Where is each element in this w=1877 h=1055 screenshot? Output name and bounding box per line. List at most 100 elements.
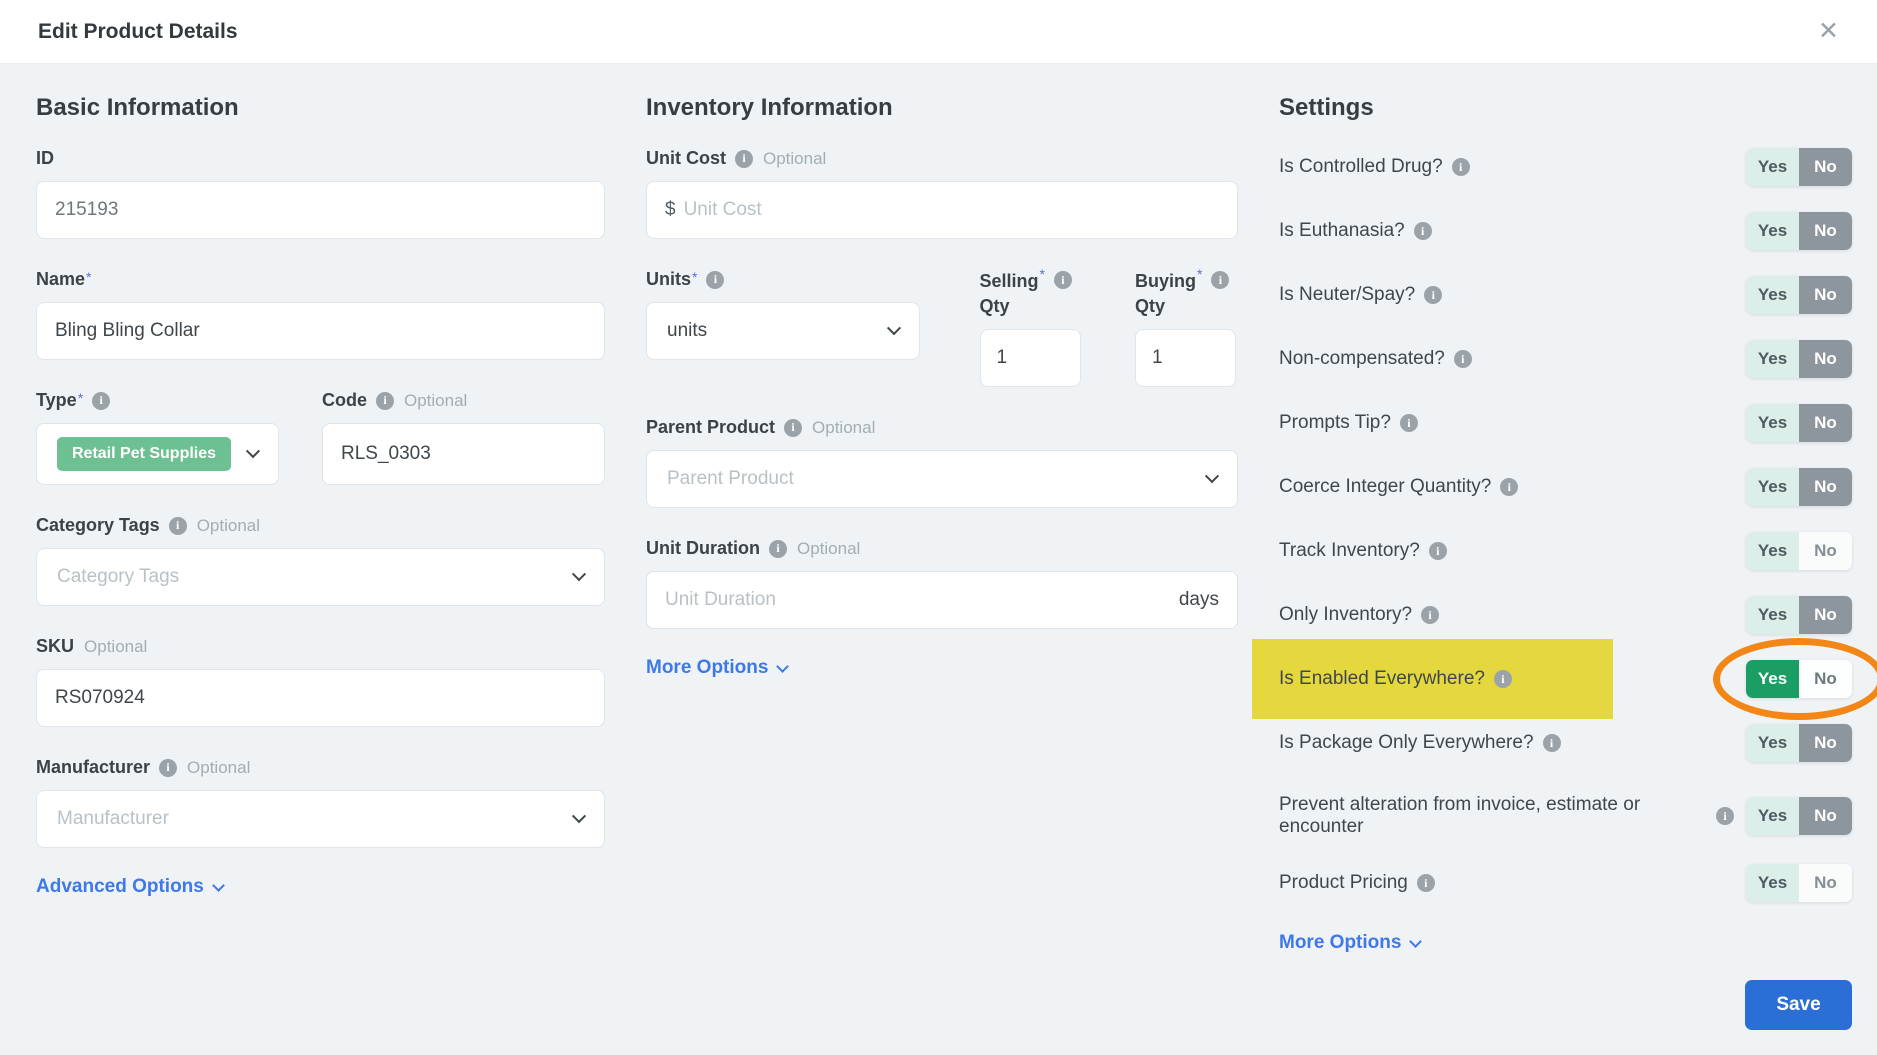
info-icon[interactable]: i [376,392,394,410]
info-icon[interactable]: i [1543,734,1561,752]
toggle-no-option[interactable]: No [1799,532,1852,570]
info-icon[interactable]: i [784,419,802,437]
info-icon[interactable]: i [1417,874,1435,892]
toggle-no-option[interactable]: No [1799,468,1852,506]
unit-duration-field-group: Unit Duration i Optional days [646,538,1238,629]
toggle-yes-option[interactable]: Yes [1746,340,1799,378]
type-field-group: Type* i Retail Pet Supplies [36,390,279,485]
inventory-information-section: Inventory Information Unit Cost i Option… [646,94,1238,1030]
selling-qty-label: Selling [980,269,1039,294]
toggle-yes-option[interactable]: Yes [1746,724,1799,762]
info-icon[interactable]: i [1454,350,1472,368]
inventory-more-options-link[interactable]: More Options [646,657,787,679]
settings-row-is-enabled-everywhere: Is Enabled Everywhere? i i Yes No [1279,660,1852,698]
setting-label: Prevent alteration from invoice, estimat… [1279,794,1687,838]
toggle-no-option[interactable]: No [1799,212,1852,250]
yes-no-toggle[interactable]: Yes No [1746,532,1852,570]
yes-no-toggle[interactable]: Yes No [1746,212,1852,250]
toggle-yes-option[interactable]: Yes [1746,276,1799,314]
info-icon[interactable]: i [159,759,177,777]
settings-row-track-inventory: Track Inventory? i i Yes No [1279,532,1852,570]
yes-no-toggle[interactable]: Yes No [1746,724,1852,762]
toggle-no-option[interactable]: No [1799,596,1852,634]
info-icon[interactable]: i [1452,158,1470,176]
info-icon[interactable]: i [1421,606,1439,624]
required-asterisk: * [78,390,83,406]
yes-no-toggle[interactable]: Yes No [1746,660,1852,698]
unit-duration-input[interactable] [665,589,1179,611]
toggle-yes-option[interactable]: Yes [1746,864,1799,902]
toggle-yes-option[interactable]: Yes [1746,212,1799,250]
manufacturer-select[interactable]: Manufacturer [36,790,605,848]
toggle-no-option[interactable]: No [1799,864,1852,902]
name-label: Name [36,269,85,290]
info-icon[interactable]: i [1716,807,1734,825]
info-icon[interactable]: i [1054,271,1072,289]
info-icon[interactable]: i [1494,670,1512,688]
yes-no-toggle[interactable]: Yes No [1746,404,1852,442]
code-input[interactable] [341,443,586,465]
id-label: ID [36,148,54,169]
category-tags-field-group: Category Tags i Optional Category Tags [36,515,605,606]
toggle-no-option[interactable]: No [1799,276,1852,314]
yes-no-toggle[interactable]: Yes No [1746,148,1852,186]
toggle-yes-option[interactable]: Yes [1746,532,1799,570]
settings-row-non-compensated: Non-compensated? i i Yes No [1279,340,1852,378]
category-tags-label: Category Tags [36,515,160,536]
buying-qty-input[interactable] [1152,347,1219,369]
setting-label: Non-compensated? [1279,348,1445,370]
unit-duration-label: Unit Duration [646,538,760,559]
yes-no-toggle[interactable]: Yes No [1746,340,1852,378]
basic-information-heading: Basic Information [36,94,605,122]
toggle-no-option[interactable]: No [1799,148,1852,186]
currency-prefix: $ [665,199,676,221]
yes-no-toggle[interactable]: Yes No [1746,797,1852,835]
chevron-down-icon [572,567,586,581]
toggle-no-option[interactable]: No [1799,660,1852,698]
close-icon[interactable]: ✕ [1818,19,1839,44]
toggle-yes-option[interactable]: Yes [1746,468,1799,506]
info-icon[interactable]: i [769,540,787,558]
info-icon[interactable]: i [706,271,724,289]
type-select[interactable]: Retail Pet Supplies [36,423,279,485]
toggle-yes-option[interactable]: Yes [1746,660,1799,698]
settings-more-options-link[interactable]: More Options [1279,932,1852,954]
advanced-options-link[interactable]: Advanced Options [36,876,223,898]
toggle-yes-option[interactable]: Yes [1746,797,1799,835]
toggle-no-option[interactable]: No [1799,340,1852,378]
code-field-group: Code i Optional [322,390,605,485]
yes-no-toggle[interactable]: Yes No [1746,276,1852,314]
info-icon[interactable]: i [1414,222,1432,240]
info-icon[interactable]: i [1429,542,1447,560]
info-icon[interactable]: i [169,517,187,535]
toggle-no-option[interactable]: No [1799,404,1852,442]
toggle-yes-option[interactable]: Yes [1746,596,1799,634]
info-icon[interactable]: i [1211,271,1229,289]
chevron-down-icon [887,321,901,335]
info-icon[interactable]: i [92,392,110,410]
toggle-no-option[interactable]: No [1799,797,1852,835]
name-input[interactable] [55,320,586,342]
info-icon[interactable]: i [735,150,753,168]
info-icon[interactable]: i [1400,414,1418,432]
id-input[interactable] [55,199,586,221]
info-icon[interactable]: i [1424,286,1442,304]
settings-row-product-pricing: Product Pricing i i Yes No [1279,864,1852,902]
category-tags-select[interactable]: Category Tags [36,548,605,606]
unit-duration-suffix: days [1179,589,1219,611]
yes-no-toggle[interactable]: Yes No [1746,864,1852,902]
sku-input[interactable] [55,687,586,709]
selling-qty-input[interactable] [997,347,1064,369]
units-select[interactable]: units [646,302,920,360]
unit-cost-label: Unit Cost [646,148,726,169]
unit-cost-input[interactable] [684,199,1219,221]
yes-no-toggle[interactable]: Yes No [1746,468,1852,506]
toggle-no-option[interactable]: No [1799,724,1852,762]
toggle-yes-option[interactable]: Yes [1746,404,1799,442]
save-button[interactable]: Save [1745,980,1852,1030]
parent-product-select[interactable]: Parent Product [646,450,1238,508]
info-icon[interactable]: i [1500,478,1518,496]
toggle-yes-option[interactable]: Yes [1746,148,1799,186]
sku-label: SKU [36,636,74,657]
yes-no-toggle[interactable]: Yes No [1746,596,1852,634]
